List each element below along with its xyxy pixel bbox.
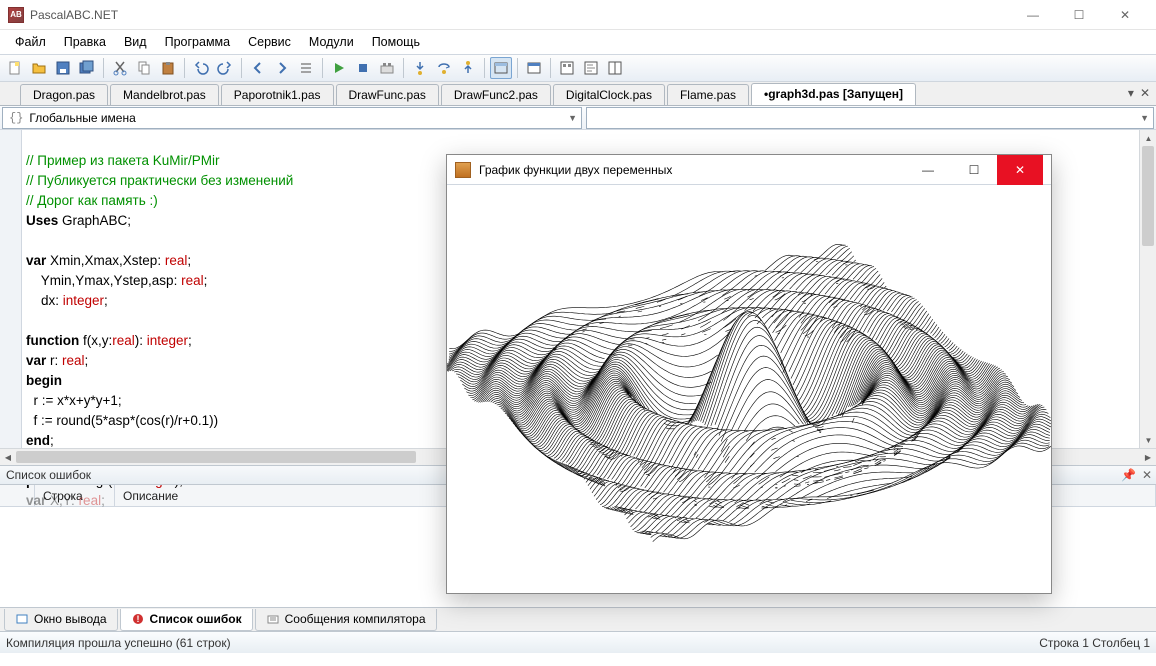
status-cursor-position: Строка 1 Столбец 1: [1039, 636, 1150, 650]
toolbar: [0, 54, 1156, 82]
tab-mandelbrot[interactable]: Mandelbrot.pas: [110, 84, 219, 105]
code-view-icon[interactable]: [580, 57, 602, 79]
scroll-up-icon[interactable]: ▲: [1140, 130, 1156, 146]
gfx-title: График функции двух переменных: [479, 163, 672, 177]
tab-paporotnik[interactable]: Paporotnik1.pas: [221, 84, 334, 105]
open-file-icon[interactable]: [28, 57, 50, 79]
new-file-icon[interactable]: [4, 57, 26, 79]
scope-combo-left[interactable]: {} Глобальные имена ▼: [2, 107, 582, 129]
tab-flame[interactable]: Flame.pas: [667, 84, 749, 105]
menu-modules[interactable]: Модули: [300, 32, 363, 52]
pin-icon[interactable]: 📌: [1121, 468, 1136, 482]
window-controls: — ☐ ✕: [1010, 0, 1148, 30]
tab-drawfunc[interactable]: DrawFunc.pas: [336, 84, 439, 105]
close-button[interactable]: ✕: [1102, 0, 1148, 30]
tab-graph3d-active[interactable]: •graph3d.pas [Запущен]: [751, 83, 916, 105]
compile-icon[interactable]: [376, 57, 398, 79]
layout-toggle-icon[interactable]: [490, 57, 512, 79]
tab-errors-list[interactable]: ! Список ошибок: [120, 609, 253, 631]
chevron-down-icon: ▼: [1140, 113, 1149, 123]
menu-edit[interactable]: Правка: [55, 32, 115, 52]
list-icon[interactable]: [295, 57, 317, 79]
tab-dragon[interactable]: Dragon.pas: [20, 84, 108, 105]
tabs-close-icon[interactable]: ✕: [1140, 86, 1150, 100]
bottom-tabs: Окно вывода ! Список ошибок Сообщения ко…: [0, 607, 1156, 631]
nav-fwd-icon[interactable]: [271, 57, 293, 79]
app-title: PascalABC.NET: [30, 8, 118, 22]
gfx-form-icon: [455, 162, 471, 178]
app-icon: AB: [8, 7, 24, 23]
run-icon[interactable]: [328, 57, 350, 79]
maximize-button[interactable]: ☐: [1056, 0, 1102, 30]
editor-gutter: [0, 130, 22, 448]
scroll-down-icon[interactable]: ▼: [1140, 432, 1156, 448]
error-icon: !: [131, 612, 145, 626]
save-icon[interactable]: [52, 57, 74, 79]
tab-drawfunc2[interactable]: DrawFunc2.pas: [441, 84, 551, 105]
scope-combo-label: Глобальные имена: [29, 111, 135, 125]
gfx-minimize-button[interactable]: —: [905, 155, 951, 185]
tab-output-window[interactable]: Окно вывода: [4, 609, 118, 631]
scroll-left-icon[interactable]: ◀: [0, 449, 16, 466]
redo-icon[interactable]: [214, 57, 236, 79]
editor-tabs: Dragon.pas Mandelbrot.pas Paporotnik1.pa…: [0, 82, 1156, 106]
compiler-icon: [266, 612, 280, 626]
step-into-icon[interactable]: [409, 57, 431, 79]
copy-icon[interactable]: [133, 57, 155, 79]
form-designer-icon[interactable]: [556, 57, 578, 79]
errors-panel-title: Список ошибок: [6, 468, 91, 482]
scope-combos: {} Глобальные имена ▼ ▼: [0, 106, 1156, 130]
stop-icon[interactable]: [352, 57, 374, 79]
step-over-icon[interactable]: [433, 57, 455, 79]
output-icon: [15, 612, 29, 626]
gfx-close-button[interactable]: ✕: [997, 155, 1043, 185]
hscroll-thumb[interactable]: [16, 451, 416, 463]
graphics-window[interactable]: График функции двух переменных — ☐ ✕: [446, 154, 1052, 594]
step-out-icon[interactable]: [457, 57, 479, 79]
status-left: Компиляция прошла успешно (61 строк): [6, 636, 231, 650]
title-bar: AB PascalABC.NET — ☐ ✕: [0, 0, 1156, 30]
menu-file[interactable]: Файл: [6, 32, 55, 52]
vertical-scrollbar[interactable]: ▲ ▼: [1139, 130, 1156, 448]
paste-icon[interactable]: [157, 57, 179, 79]
cut-icon[interactable]: [109, 57, 131, 79]
gfx-canvas: [447, 185, 1051, 593]
tab-digitalclock[interactable]: DigitalClock.pas: [553, 84, 665, 105]
menu-program[interactable]: Программа: [156, 32, 240, 52]
tabs-dropdown-icon[interactable]: ▾: [1128, 86, 1134, 100]
gfx-title-bar[interactable]: График функции двух переменных — ☐ ✕: [447, 155, 1051, 185]
menu-bar: Файл Правка Вид Программа Сервис Модули …: [0, 30, 1156, 54]
scope-combo-right[interactable]: ▼: [586, 107, 1154, 129]
window-icon[interactable]: [523, 57, 545, 79]
scroll-thumb[interactable]: [1142, 146, 1154, 246]
save-all-icon[interactable]: [76, 57, 98, 79]
gfx-maximize-button[interactable]: ☐: [951, 155, 997, 185]
panel-close-icon[interactable]: ✕: [1142, 468, 1152, 482]
status-bar: Компиляция прошла успешно (61 строк) Стр…: [0, 631, 1156, 653]
undo-icon[interactable]: [190, 57, 212, 79]
braces-icon: {}: [9, 111, 23, 125]
menu-service[interactable]: Сервис: [239, 32, 300, 52]
split-view-icon[interactable]: [604, 57, 626, 79]
menu-view[interactable]: Вид: [115, 32, 156, 52]
nav-back-icon[interactable]: [247, 57, 269, 79]
chevron-down-icon: ▼: [568, 113, 577, 123]
svg-text:!: !: [136, 614, 139, 624]
minimize-button[interactable]: —: [1010, 0, 1056, 30]
tab-compiler-messages[interactable]: Сообщения компилятора: [255, 609, 437, 631]
menu-help[interactable]: Помощь: [363, 32, 429, 52]
scroll-right-icon[interactable]: ▶: [1140, 449, 1156, 466]
